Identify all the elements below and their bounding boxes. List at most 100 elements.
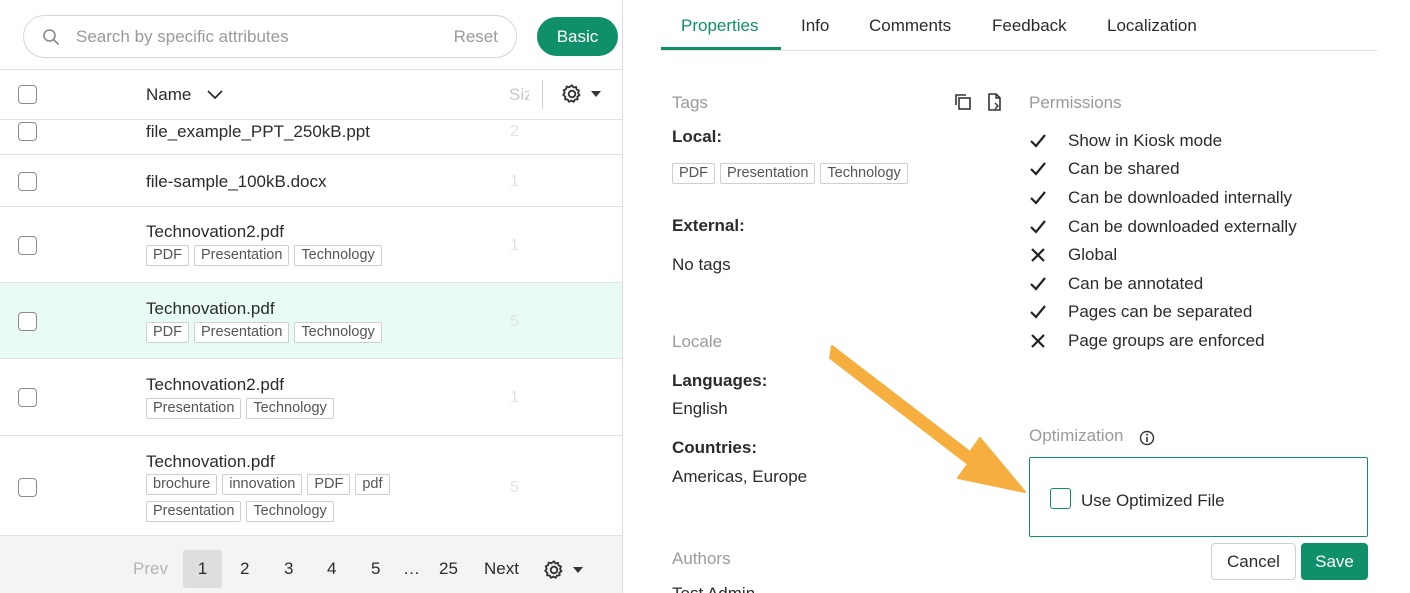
- copy-icon[interactable]: [953, 92, 973, 112]
- select-all-checkbox[interactable]: [18, 85, 37, 104]
- optimization-box: Use Optimized File: [1029, 457, 1368, 537]
- row-checkbox[interactable]: [18, 122, 37, 141]
- paste-icon[interactable]: [985, 92, 1005, 112]
- permission-item: Can be annotated: [1029, 274, 1203, 294]
- basic-search-toggle[interactable]: Basic: [537, 17, 618, 56]
- locale-section-title: Locale: [672, 332, 723, 351]
- tag-list: Presentation Technology: [146, 398, 406, 419]
- table-row[interactable]: file_example_PPT_250kB.ppt 2: [0, 120, 622, 155]
- search-bar: Reset Basic: [0, 0, 622, 70]
- countries-label: Countries:: [672, 438, 757, 457]
- gear-icon[interactable]: [543, 559, 565, 581]
- tag[interactable]: innovation: [222, 474, 303, 495]
- save-button[interactable]: Save: [1301, 543, 1368, 580]
- prev-page-button[interactable]: Prev: [133, 550, 168, 588]
- next-page-button[interactable]: Next: [484, 550, 519, 588]
- check-icon: [1030, 191, 1046, 205]
- active-tab-indicator: [661, 47, 781, 50]
- use-optimized-file-checkbox[interactable]: [1050, 488, 1071, 509]
- authors-section-title: Authors: [672, 549, 731, 568]
- file-list: file_example_PPT_250kB.ppt 2 file-sample…: [0, 120, 622, 535]
- permission-item: Show in Kiosk mode: [1029, 131, 1222, 151]
- chevron-down-icon[interactable]: [206, 89, 224, 101]
- tab-feedback[interactable]: Feedback: [992, 16, 1067, 36]
- tag[interactable]: PDF: [146, 322, 189, 343]
- row-checkbox[interactable]: [18, 236, 37, 255]
- row-checkbox[interactable]: [18, 312, 37, 331]
- search-input[interactable]: [76, 24, 436, 50]
- file-name[interactable]: file-sample_100kB.docx: [146, 172, 326, 192]
- tab-properties[interactable]: Properties: [681, 16, 758, 36]
- table-header: Name Siz: [0, 70, 622, 120]
- permission-item: Can be shared: [1029, 159, 1180, 179]
- tag[interactable]: PDF: [307, 474, 351, 495]
- tag[interactable]: pdf: [355, 474, 390, 495]
- use-optimized-file-label[interactable]: Use Optimized File: [1081, 491, 1225, 511]
- tag[interactable]: Technology: [820, 163, 908, 184]
- tab-comments[interactable]: Comments: [869, 16, 951, 36]
- tag[interactable]: Technology: [246, 398, 334, 419]
- search-box[interactable]: Reset: [23, 15, 517, 58]
- page-25-button[interactable]: 25: [439, 550, 458, 588]
- cancel-button[interactable]: Cancel: [1211, 543, 1296, 580]
- row-checkbox[interactable]: [18, 388, 37, 407]
- countries-value: Americas, Europe: [672, 467, 808, 486]
- page-2-button[interactable]: 2: [240, 550, 249, 588]
- table-row-selected[interactable]: Technovation.pdf PDF Presentation Techno…: [0, 283, 622, 359]
- caret-down-icon[interactable]: [591, 91, 601, 97]
- page-4-button[interactable]: 4: [327, 550, 336, 588]
- tag[interactable]: PDF: [146, 245, 189, 266]
- tag[interactable]: brochure: [146, 474, 218, 495]
- caret-down-icon[interactable]: [573, 567, 583, 573]
- column-divider: [542, 80, 543, 109]
- tag[interactable]: Presentation: [194, 245, 290, 266]
- local-tag-list: PDF Presentation Technology: [672, 163, 972, 184]
- page-1-button[interactable]: 1: [183, 550, 222, 588]
- permission-item: Global: [1029, 245, 1117, 265]
- check-icon: [1030, 305, 1046, 319]
- tag[interactable]: Presentation: [146, 501, 242, 522]
- tag[interactable]: PDF: [672, 163, 715, 184]
- permission-item: Can be downloaded externally: [1029, 217, 1297, 237]
- row-checkbox[interactable]: [18, 172, 37, 191]
- app-root: Reset Basic Name Siz file_example_PPT_25…: [0, 0, 1410, 593]
- cross-icon: [1031, 334, 1045, 348]
- tag[interactable]: Technology: [294, 322, 382, 343]
- table-row[interactable]: Technovation2.pdf PDF Presentation Techn…: [0, 207, 622, 283]
- tag[interactable]: Technology: [246, 501, 334, 522]
- size-column-header[interactable]: Siz: [509, 85, 529, 105]
- file-list-panel: Reset Basic Name Siz file_example_PPT_25…: [0, 0, 623, 593]
- local-tags-label: Local:: [672, 127, 723, 146]
- table-row[interactable]: Technovation.pdf brochure innovation PDF…: [0, 436, 622, 535]
- tag[interactable]: Presentation: [720, 163, 816, 184]
- gear-icon[interactable]: [561, 83, 583, 105]
- info-icon[interactable]: [1139, 430, 1155, 446]
- file-name[interactable]: Technovation2.pdf: [146, 375, 284, 395]
- languages-value: English: [672, 399, 728, 418]
- page-5-button[interactable]: 5: [371, 550, 380, 588]
- table-row[interactable]: file-sample_100kB.docx 1: [0, 155, 622, 207]
- tag[interactable]: Technology: [294, 245, 382, 266]
- permission-item: Page groups are enforced: [1029, 331, 1265, 351]
- search-icon: [43, 29, 59, 45]
- file-name[interactable]: file_example_PPT_250kB.ppt: [146, 122, 370, 142]
- tag[interactable]: Presentation: [146, 398, 242, 419]
- name-column-header[interactable]: Name: [146, 85, 191, 105]
- external-tags-value: No tags: [672, 255, 731, 274]
- table-row[interactable]: Technovation2.pdf Presentation Technolog…: [0, 359, 622, 436]
- tab-info[interactable]: Info: [801, 16, 829, 36]
- tab-localization[interactable]: Localization: [1107, 16, 1197, 36]
- file-name[interactable]: Technovation2.pdf: [146, 222, 284, 242]
- reset-button[interactable]: Reset: [454, 27, 498, 47]
- row-checkbox[interactable]: [18, 478, 37, 497]
- authors-value: Test Admin: [672, 584, 755, 593]
- file-name[interactable]: Technovation.pdf: [146, 299, 275, 319]
- file-size: 5: [510, 479, 519, 496]
- file-name[interactable]: Technovation.pdf: [146, 452, 275, 472]
- tag[interactable]: Presentation: [194, 322, 290, 343]
- page-3-button[interactable]: 3: [284, 550, 293, 588]
- permissions-section-title: Permissions: [1029, 93, 1122, 112]
- check-icon: [1030, 220, 1046, 234]
- tag-list: brochure innovation PDF pdf Presentation…: [146, 474, 406, 522]
- cross-icon: [1031, 248, 1045, 262]
